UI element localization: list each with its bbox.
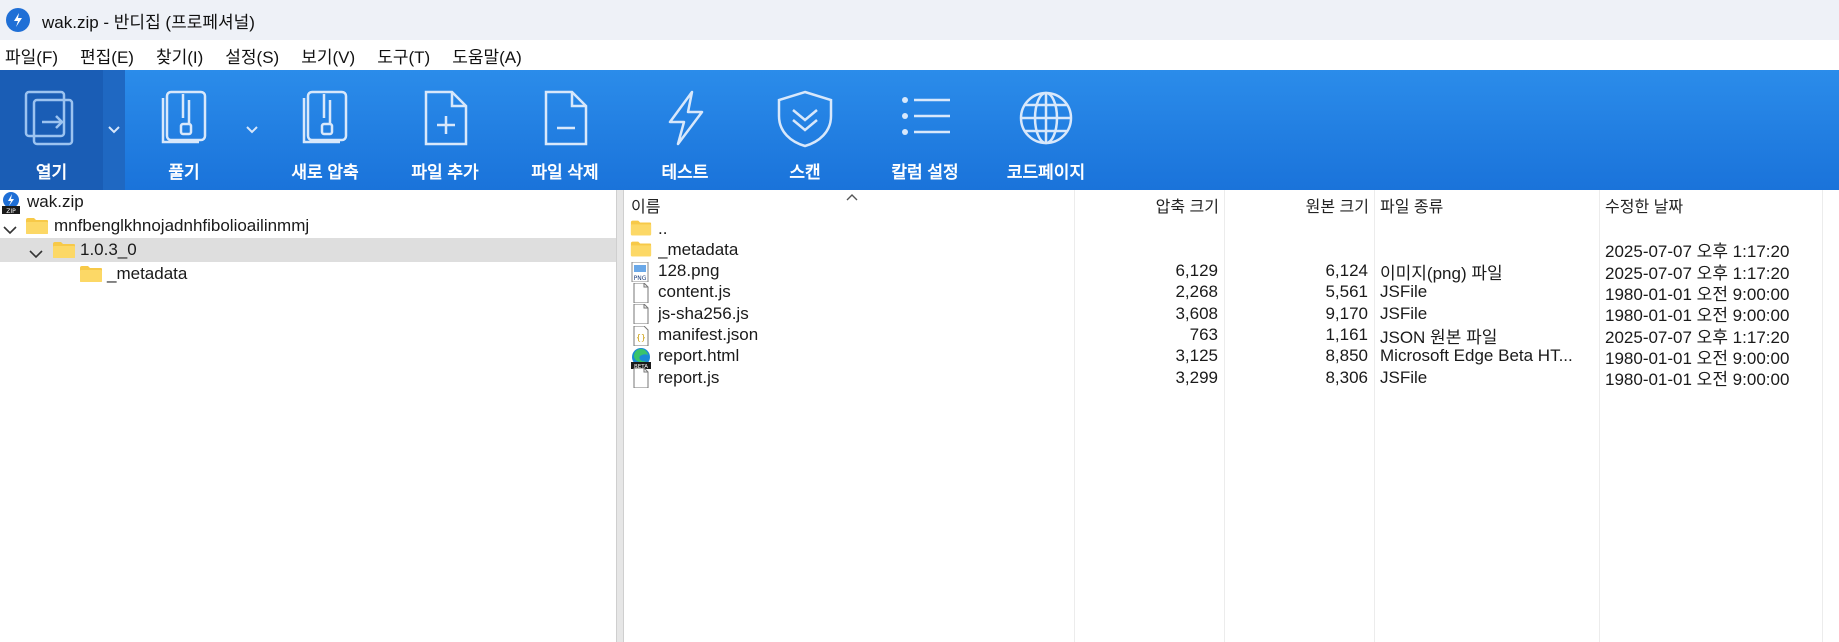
scan-label: 스캔: [789, 163, 821, 182]
file-icon: [630, 367, 652, 389]
globe-icon: [1018, 90, 1074, 151]
png-file-icon: PNG: [630, 261, 652, 283]
delete-files-label: 파일 삭제: [531, 163, 599, 182]
new-archive-label: 새로 압축: [291, 163, 359, 182]
window-title: wak.zip - 반디집 (프로페셔널): [42, 12, 255, 32]
menu-edit[interactable]: 편집(E): [80, 43, 134, 68]
menu-file[interactable]: 파일(F): [5, 43, 58, 68]
tree-item-version-folder[interactable]: 1.0.3_0: [0, 238, 616, 262]
lightning-icon: [664, 90, 708, 151]
folder-tree: ZIP wak.zip mnfbenglkhnojadnhfibolioaili…: [0, 190, 616, 642]
svg-text:{}: {}: [636, 333, 646, 342]
add-files-button[interactable]: 파일 추가: [400, 70, 490, 190]
sort-ascending-icon: [846, 188, 858, 206]
chevron-down-icon: [246, 121, 258, 139]
open-icon: [24, 90, 76, 151]
folder-up-icon: [630, 219, 652, 239]
chevron-down-icon: [108, 121, 120, 139]
shield-icon: [775, 90, 835, 153]
title-bar: wak.zip - 반디집 (프로페셔널): [0, 0, 1839, 40]
original-size: 8,306: [1325, 367, 1368, 387]
tree-item-root[interactable]: ZIP wak.zip: [0, 190, 616, 215]
file-icon: [630, 303, 652, 325]
tree-item-extension-folder[interactable]: mnfbenglkhnojadnhfibolioailinmmj: [0, 214, 616, 238]
menu-help[interactable]: 도움말(A): [452, 43, 522, 68]
chevron-down-icon[interactable]: [3, 220, 17, 240]
codepage-button[interactable]: 코드페이지: [1000, 70, 1092, 190]
file-row[interactable]: report.js 3,299 8,306 JSFile 1980-01-01 오전 9…: [624, 365, 1839, 390]
column-header-label: 원본 크기: [1305, 199, 1369, 216]
modified-date: 1980-01-01 오전 9:00:00: [1605, 370, 1790, 390]
delete-file-icon: [542, 90, 590, 151]
extract-label: 풀기: [168, 163, 200, 182]
folder-icon: [630, 240, 652, 260]
test-label: 테스트: [661, 163, 709, 182]
add-files-label: 파일 추가: [411, 163, 479, 182]
extract-button[interactable]: 풀기: [140, 70, 228, 190]
tree-label: mnfbenglkhnojadnhfibolioailinmmj: [54, 216, 310, 235]
extract-zip-icon: [159, 90, 211, 151]
delete-files-button[interactable]: 파일 삭제: [520, 70, 610, 190]
menu-find[interactable]: 찾기(I): [156, 43, 203, 68]
file-name: report.js: [658, 367, 720, 387]
column-header-label: 수정한 날짜: [1605, 199, 1684, 216]
open-label: 열기: [35, 163, 68, 182]
bandizip-logo-icon: [6, 8, 30, 32]
column-header-label: 압축 크기: [1155, 199, 1219, 216]
file-icon: [630, 282, 652, 304]
menu-settings[interactable]: 설정(S): [225, 43, 279, 68]
packed-size: 3,299: [1175, 367, 1218, 387]
file-type: JSFile: [1380, 367, 1428, 387]
folder-icon: [25, 217, 49, 235]
new-archive-button[interactable]: 새로 압축: [280, 70, 370, 190]
column-header-label: 파일 종류: [1380, 199, 1444, 216]
open-dropdown-button[interactable]: [103, 70, 125, 190]
extract-dropdown-button[interactable]: [241, 70, 263, 190]
list-icon: [900, 90, 952, 151]
menu-bar: 파일(F) 편집(E) 찾기(I) 설정(S) 보기(V) 도구(T) 도움말(…: [0, 40, 1839, 70]
new-archive-icon: [300, 90, 352, 151]
toolbar: 열기 풀기 새로 압축 파일 추가 파일 삭제 테스트 스캔 칼럼 설정 코드페…: [0, 70, 1839, 190]
chevron-down-icon[interactable]: [29, 244, 43, 264]
tree-label: wak.zip: [27, 192, 84, 211]
json-file-icon: {}: [630, 325, 652, 346]
menu-view[interactable]: 보기(V): [301, 43, 355, 68]
scan-button[interactable]: 스캔: [760, 70, 850, 190]
column-settings-label: 칼럼 설정: [891, 163, 959, 182]
tree-item-metadata-folder[interactable]: _metadata: [0, 262, 616, 286]
tree-label: 1.0.3_0: [80, 240, 137, 259]
codepage-label: 코드페이지: [1006, 163, 1086, 182]
pane-splitter[interactable]: [616, 190, 624, 642]
file-list: 이름 압축 크기 원본 크기 파일 종류 수정한 날짜 .. _metadata 2…: [624, 190, 1839, 642]
edge-beta-icon: BETA: [630, 347, 652, 370]
tree-label: _metadata: [107, 264, 188, 283]
column-settings-button[interactable]: 칼럼 설정: [880, 70, 970, 190]
column-header-label: 이름: [631, 199, 661, 216]
folder-icon: [79, 265, 103, 283]
add-file-icon: [422, 90, 470, 151]
open-button[interactable]: 열기: [0, 70, 103, 190]
menu-tools[interactable]: 도구(T): [377, 43, 430, 68]
folder-icon: [52, 241, 76, 259]
test-button[interactable]: 테스트: [640, 70, 730, 190]
